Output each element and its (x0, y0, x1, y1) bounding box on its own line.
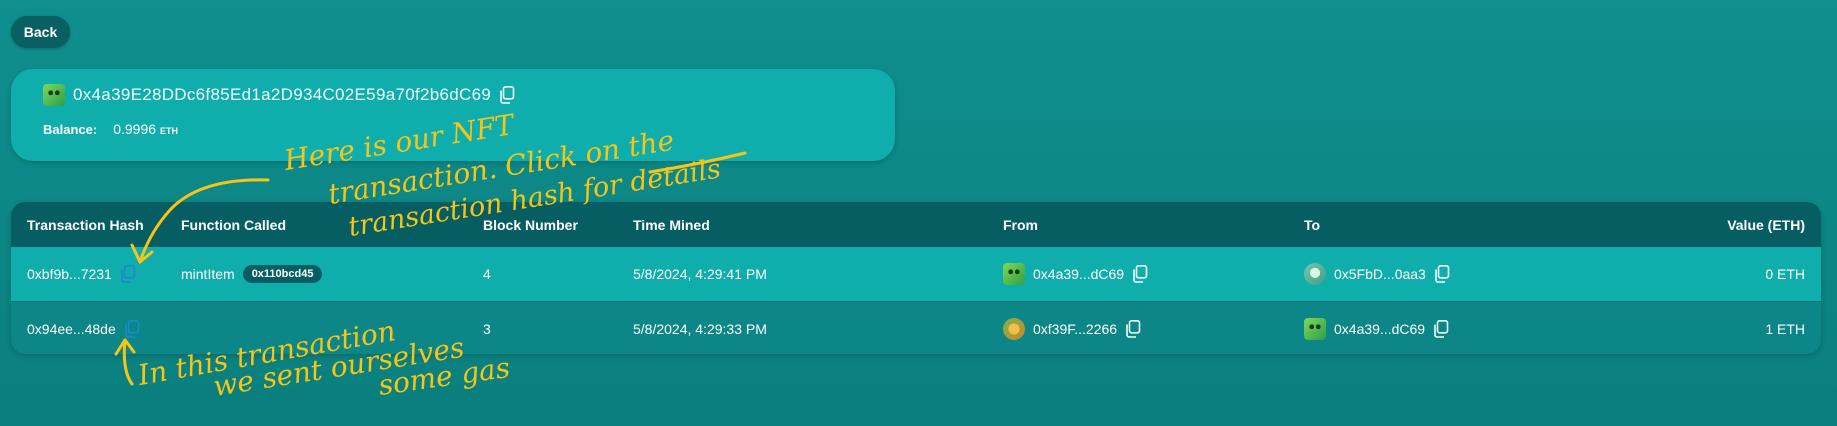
balance-line: Balance: 0.9996 ETH (43, 121, 178, 137)
header-function-called: Function Called (181, 216, 286, 233)
function-name: mintItem (181, 266, 235, 282)
from-cell: 0xf39F...2266 (1003, 302, 1141, 354)
to-address[interactable]: 0x4a39...dC69 (1334, 321, 1425, 337)
header-transaction-hash: Transaction Hash (27, 216, 144, 233)
table-header: Transaction Hash Function Called Block N… (11, 202, 1821, 247)
to-cell: 0x4a39...dC69 (1304, 302, 1449, 354)
copy-icon[interactable] (1434, 265, 1450, 283)
balance-unit: ETH (160, 126, 179, 136)
account-address-line: 0x4a39E28DDc6f85Ed1a2D934C02E59a70f2b6dC… (43, 84, 515, 106)
tx-hash-link[interactable]: 0x94ee...48de (27, 321, 116, 337)
balance-label: Balance: (43, 122, 98, 137)
value-eth: 1 ETH (1765, 320, 1805, 337)
table-row[interactable]: 0x94ee...48de 3 5/8/2024, 4:29:33 PM 0xf… (11, 301, 1821, 354)
transactions-table: Transaction Hash Function Called Block N… (11, 202, 1821, 354)
function-cell: mintItem 0x110bcd45 (181, 247, 323, 301)
from-address[interactable]: 0xf39F...2266 (1033, 321, 1117, 337)
tx-hash-cell: 0x94ee...48de (27, 302, 140, 354)
contract-avatar-icon (1304, 263, 1326, 285)
tx-hash-link[interactable]: 0xbf9b...7231 (27, 266, 112, 282)
orange-avatar-icon (1003, 317, 1025, 340)
header-from: From (1003, 216, 1038, 233)
from-cell: 0x4a39...dC69 (1003, 247, 1148, 301)
to-cell: 0x5FbD...0aa3 (1304, 247, 1450, 301)
value-eth: 0 ETH (1765, 266, 1805, 282)
header-to: To (1304, 216, 1321, 233)
copy-icon[interactable] (499, 86, 515, 104)
time-mined: 5/8/2024, 4:29:41 PM (633, 266, 767, 282)
to-address[interactable]: 0x5FbD...0aa3 (1334, 266, 1426, 282)
copy-icon[interactable] (124, 319, 140, 338)
pixel-avatar-icon (1304, 317, 1326, 340)
header-time-mined: Time Mined (633, 216, 710, 233)
from-address[interactable]: 0x4a39...dC69 (1033, 266, 1124, 282)
copy-icon[interactable] (1433, 319, 1449, 338)
account-address: 0x4a39E28DDc6f85Ed1a2D934C02E59a70f2b6dC… (73, 85, 492, 104)
table-row[interactable]: 0xbf9b...7231 mintItem 0x110bcd45 4 5/8/… (11, 247, 1821, 301)
annotation-gas-line3: some gas (376, 351, 512, 402)
copy-icon[interactable] (1125, 319, 1141, 338)
account-card: 0x4a39E28DDc6f85Ed1a2D934C02E59a70f2b6dC… (11, 69, 895, 161)
back-button[interactable]: Back (11, 16, 70, 48)
pixel-avatar-icon (1003, 263, 1025, 285)
copy-icon[interactable] (1132, 265, 1148, 283)
block-number: 3 (483, 320, 491, 337)
tx-hash-cell: 0xbf9b...7231 (27, 247, 136, 301)
time-mined: 5/8/2024, 4:29:33 PM (633, 320, 767, 337)
copy-icon[interactable] (120, 265, 136, 283)
header-value: Value (ETH) (1727, 216, 1805, 233)
header-block-number: Block Number (483, 216, 578, 233)
function-signature-badge: 0x110bcd45 (242, 265, 323, 283)
pixel-avatar-icon (43, 84, 65, 106)
block-number: 4 (483, 266, 491, 282)
balance-value: 0.9996 (113, 121, 157, 137)
